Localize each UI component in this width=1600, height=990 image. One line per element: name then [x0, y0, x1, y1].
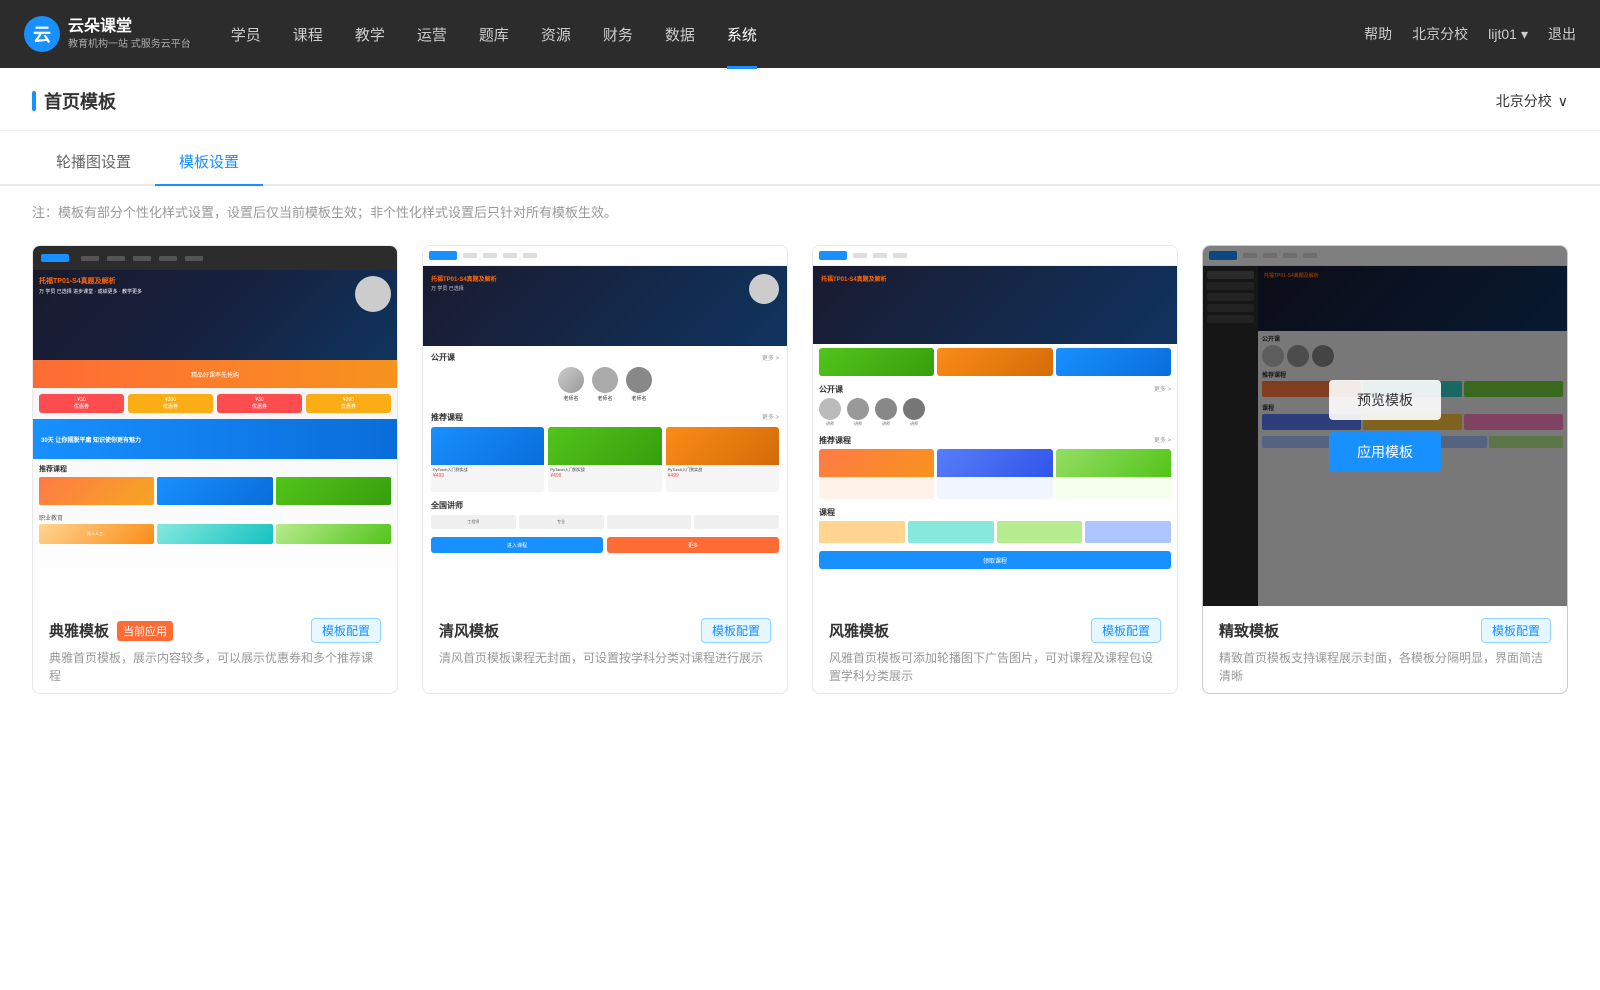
template-card-t3: 托福TP01-S4真题及解析 公开课 更多 >: [812, 245, 1178, 694]
page-title: 首页模板: [44, 88, 116, 114]
branch-selector[interactable]: 北京分校 ∨: [1496, 91, 1568, 111]
page-header: 首页模板 北京分校 ∨: [0, 68, 1600, 131]
logo-icon: 云: [24, 16, 60, 52]
templates-grid: 托福TP01-S4真题及解析 万 学员 已选择 进步课堂 · 成绩更多 · 教学…: [0, 237, 1600, 734]
t3-mini-preview: 托福TP01-S4真题及解析 公开课 更多 >: [813, 246, 1177, 606]
t3-courses-section: 课程: [813, 503, 1177, 547]
navbar-right: 帮助 北京分校 lijt01 ▾ 退出: [1364, 24, 1576, 44]
page-container: 首页模板 北京分校 ∨ 轮播图设置 模板设置 注：模板有部分个性化样式设置，设置…: [0, 68, 1600, 990]
logout-link[interactable]: 退出: [1548, 24, 1576, 44]
t2-logo: [429, 251, 457, 260]
t3-banners: [813, 344, 1177, 380]
template-name-left-t3: 风雅模板: [829, 620, 889, 641]
nav-item-data[interactable]: 数据: [665, 18, 695, 51]
nav-item-finance[interactable]: 财务: [603, 18, 633, 51]
navbar-menu: 学员 课程 教学 运营 题库 资源 财务 数据 系统: [231, 18, 1364, 51]
t1-coupons: ¥30优惠券 ¥200优惠券 ¥30优惠券 ¥200优惠券: [33, 388, 397, 419]
config-btn-t2[interactable]: 模板配置: [701, 618, 771, 643]
t3-logo: [819, 251, 847, 260]
logo[interactable]: 云 云朵课堂 教育机构一站 式服务云平台: [24, 16, 191, 52]
t4-overlay: 预览模板 应用模板: [1203, 246, 1567, 606]
apply-template-btn[interactable]: 应用模板: [1329, 432, 1441, 472]
t1-courses-section: 推荐课程: [33, 459, 397, 510]
template-desc-t4: 精致首页模板支持课程展示封面，各模板分隔明显，界面简洁清晰: [1219, 649, 1551, 685]
t1-hero: 托福TP01-S4真题及解析 万 学员 已选择 进步课堂 · 成绩更多 · 教学…: [33, 270, 397, 360]
page-title-bar: [32, 91, 36, 111]
nav-item-system[interactable]: 系统: [727, 18, 757, 51]
nav-item-operations[interactable]: 运营: [417, 18, 447, 51]
nav-item-students[interactable]: 学员: [231, 18, 261, 51]
branch-name: 北京分校: [1496, 91, 1552, 111]
t1-mini-preview: 托福TP01-S4真题及解析 万 学员 已选择 进步课堂 · 成绩更多 · 教学…: [33, 246, 397, 606]
template-name-row-t2: 清风模板 模板配置: [439, 618, 771, 643]
template-name-row-t1: 典雅模板 当前应用 模板配置: [49, 618, 381, 643]
t2-mini-preview: 托福TP01-S4真题及解析 万 学员 已选择 公开课 更多 >: [423, 246, 787, 606]
template-preview-t4: 预览模板 应用模板: [1203, 246, 1567, 606]
config-btn-t3[interactable]: 模板配置: [1091, 618, 1161, 643]
template-preview-t3: 托福TP01-S4真题及解析 公开课 更多 >: [813, 246, 1177, 606]
template-name-row-t4: 精致模板 模板配置: [1219, 618, 1551, 643]
t1-header: [33, 246, 397, 270]
template-preview-t2: 托福TP01-S4真题及解析 万 学员 已选择 公开课 更多 >: [423, 246, 787, 606]
template-desc-t1: 典雅首页模板，展示内容较多，可以展示优惠券和多个推荐课程: [49, 649, 381, 685]
t2-public-section: 公开课 更多 > 老师名: [423, 346, 787, 408]
navbar: 云 云朵课堂 教育机构一站 式服务云平台 学员 课程 教学 运营 题库 资源 财…: [0, 0, 1600, 68]
tabs-bar: 轮播图设置 模板设置: [0, 139, 1600, 186]
template-footer-t2: 清风模板 模板配置 清风首页模板课程无封面，可设置按学科分类对课程进行展示: [423, 606, 787, 675]
template-card-t2: 托福TP01-S4真题及解析 万 学员 已选择 公开课 更多 >: [422, 245, 788, 694]
help-link[interactable]: 帮助: [1364, 24, 1392, 44]
template-name-left-t2: 清风模板: [439, 620, 499, 641]
template-card-t4: 预览模板 应用模板: [1202, 245, 1568, 694]
t3-nav-links: [853, 253, 907, 258]
template-card-t1: 托福TP01-S4真题及解析 万 学员 已选择 进步课堂 · 成绩更多 · 教学…: [32, 245, 398, 694]
config-btn-t1[interactable]: 模板配置: [311, 618, 381, 643]
logo-text: 云朵课堂 教育机构一站 式服务云平台: [68, 17, 191, 51]
nav-item-courses[interactable]: 课程: [293, 18, 323, 51]
t3-hero: 托福TP01-S4真题及解析: [813, 266, 1177, 344]
note-text: 注：模板有部分个性化样式设置，设置后仅当前模板生效；非个性化样式设置后只针对所有…: [32, 205, 617, 220]
template-name-t2: 清风模板: [439, 620, 499, 641]
t2-nav: [423, 246, 787, 266]
t3-recommended-section: 推荐课程 更多 >: [813, 431, 1177, 503]
t3-nav: [813, 246, 1177, 266]
t2-hero: 托福TP01-S4真题及解析 万 学员 已选择: [423, 266, 787, 346]
t2-bottom-section: 进入课程 更多: [423, 533, 787, 557]
config-btn-t4[interactable]: 模板配置: [1481, 618, 1551, 643]
template-name-t4: 精致模板: [1219, 620, 1279, 641]
template-name-t1: 典雅模板: [49, 620, 109, 641]
nav-item-resources[interactable]: 资源: [541, 18, 571, 51]
chevron-down-icon: ▾: [1521, 26, 1528, 43]
t3-cta-section: 领取课程: [813, 547, 1177, 573]
t2-recommended-section: 推荐课程 更多 > PyTorch入门到实战 ¥499: [423, 408, 787, 496]
tab-template[interactable]: 模板设置: [155, 139, 263, 186]
t2-nav-links: [463, 253, 537, 258]
tab-carousel[interactable]: 轮播图设置: [32, 139, 155, 186]
t3-public-section: 公开课 更多 > 讲师 讲师: [813, 380, 1177, 431]
branch-link[interactable]: 北京分校: [1412, 24, 1468, 44]
t1-bottom-section: 职业教育 深入人工...: [33, 510, 397, 547]
template-name-row-t3: 风雅模板 模板配置: [829, 618, 1161, 643]
current-badge-t1: 当前应用: [117, 621, 173, 641]
template-desc-t3: 风雅首页模板可添加轮播图下广告图片，可对课程及课程包设置学科分类展示: [829, 649, 1161, 685]
user-dropdown[interactable]: lijt01 ▾: [1488, 26, 1528, 43]
preview-template-btn[interactable]: 预览模板: [1329, 380, 1441, 420]
nav-item-teaching[interactable]: 教学: [355, 18, 385, 51]
username-label: lijt01: [1488, 26, 1517, 42]
template-name-left-t4: 精致模板: [1219, 620, 1279, 641]
nav-item-questions[interactable]: 题库: [479, 18, 509, 51]
t2-national-section: 全国讲师 工程师 专业: [423, 496, 787, 533]
page-title-wrapper: 首页模板: [32, 88, 116, 114]
template-footer-t4: 精致模板 模板配置 精致首页模板支持课程展示封面，各模板分隔明显，界面简洁清晰: [1203, 606, 1567, 693]
template-footer-t3: 风雅模板 模板配置 风雅首页模板可添加轮播图下广告图片，可对课程及课程包设置学科…: [813, 606, 1177, 693]
template-name-t3: 风雅模板: [829, 620, 889, 641]
template-preview-t1: 托福TP01-S4真题及解析 万 学员 已选择 进步课堂 · 成绩更多 · 教学…: [33, 246, 397, 606]
template-name-left-t1: 典雅模板 当前应用: [49, 620, 173, 641]
template-desc-t2: 清风首页模板课程无封面，可设置按学科分类对课程进行展示: [439, 649, 771, 667]
note-bar: 注：模板有部分个性化样式设置，设置后仅当前模板生效；非个性化样式设置后只针对所有…: [0, 186, 1600, 237]
branch-chevron-icon: ∨: [1558, 93, 1568, 110]
t1-orange-banner: 精品好课率先抢购: [33, 360, 397, 388]
t1-blue-banner: 30天 让你摆脱平庸 知识使你更有魅力: [33, 419, 397, 459]
template-footer-t1: 典雅模板 当前应用 模板配置 典雅首页模板，展示内容较多，可以展示优惠券和多个推…: [33, 606, 397, 693]
